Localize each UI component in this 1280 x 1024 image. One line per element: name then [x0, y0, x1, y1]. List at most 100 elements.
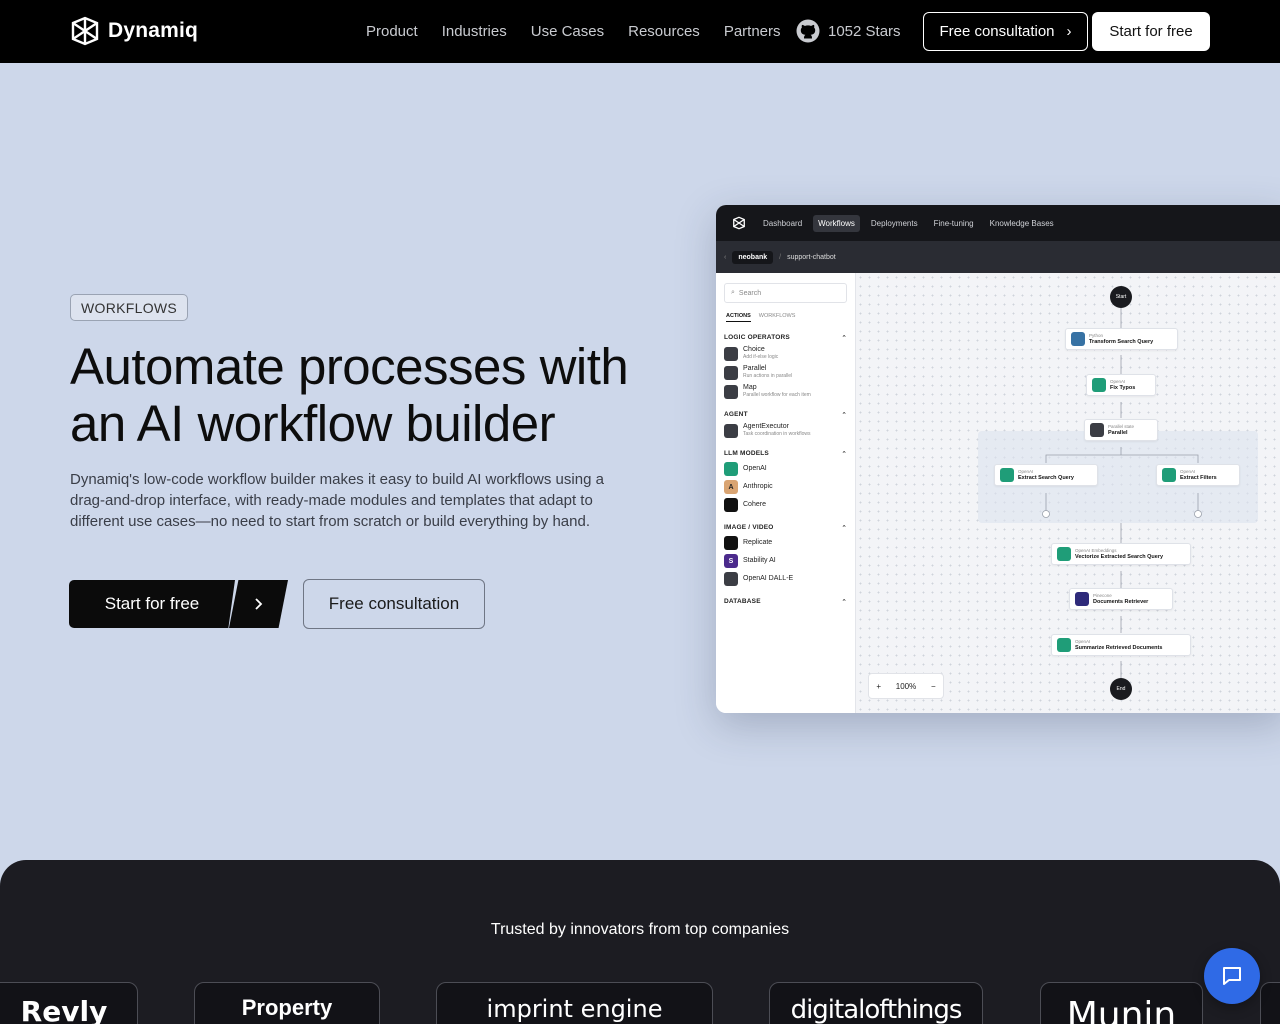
nav-link-partners[interactable]: Partners: [724, 23, 781, 40]
item-name: OpenAI: [743, 465, 767, 472]
node-name: Fix Typos: [1110, 384, 1136, 391]
section-logic-operators[interactable]: LOGIC OPERATORS ⌃: [716, 334, 855, 342]
company-logo-card: digitalofthings: [769, 982, 983, 1024]
side-tab-workflows[interactable]: WORKFLOWS: [759, 313, 796, 322]
item-name: Parallel: [743, 365, 767, 372]
list-item[interactable]: Cohere: [716, 494, 855, 512]
agent-icon: [724, 423, 738, 438]
nav-start-for-free-button[interactable]: Start for free: [1092, 12, 1210, 51]
app-tab-knowledge-bases[interactable]: Knowledge Bases: [985, 215, 1059, 232]
item-name: Replicate: [743, 539, 773, 546]
zoom-in-icon[interactable]: +: [876, 682, 881, 691]
company-logo-card: imprint engine: [436, 982, 713, 1024]
workflow-canvas[interactable]: Start Python Transform Search Query OpenA…: [856, 273, 1280, 713]
list-item[interactable]: Map Parallel workflow for each item: [716, 380, 855, 399]
workflow-node[interactable]: Python Transform Search Query: [1065, 328, 1178, 350]
section-llm-models[interactable]: LLM MODELS ⌃: [716, 450, 855, 458]
app-breadcrumb: ‹ neobank / support-chatbot: [716, 241, 1280, 273]
chat-widget-button[interactable]: [1204, 948, 1260, 1004]
openai-icon: [1092, 378, 1106, 392]
company-logo-munin: Munin: [1066, 995, 1177, 1024]
node-name: Transform Search Query: [1089, 338, 1154, 345]
trusted-title: Trusted by innovators from top companies: [490, 921, 790, 938]
list-item[interactable]: S Stability AI: [716, 550, 855, 568]
section-database[interactable]: DATABASE ⌃: [716, 598, 855, 606]
hero-free-consultation-button[interactable]: Free consultation: [303, 579, 485, 629]
item-desc: Task coordination in workflows: [743, 431, 811, 437]
openai-icon: [1057, 638, 1071, 652]
actions-sidebar: ⌕ Search ACTIONS WORKFLOWS LOGIC OPERATO…: [716, 273, 856, 713]
nav-link-use-cases[interactable]: Use Cases: [531, 23, 604, 40]
workflow-node[interactable]: Parallel state Parallel: [1084, 419, 1158, 441]
section-agent[interactable]: AGENT ⌃: [716, 411, 855, 419]
nav-free-consultation-button[interactable]: Free consultation ›: [923, 12, 1088, 51]
nav-consult-label: Free consultation: [939, 23, 1055, 40]
company-logo-digitalofthings: digitalofthings: [790, 995, 963, 1024]
company-logo-card: Property: [194, 982, 380, 1024]
sidebar-search-input[interactable]: ⌕ Search: [724, 283, 847, 303]
start-node[interactable]: Start: [1110, 286, 1132, 308]
app-tab-dashboard[interactable]: Dashboard: [758, 215, 807, 232]
chevron-right-icon: ›: [1066, 23, 1072, 40]
github-stars-link[interactable]: 1052 Stars: [796, 19, 901, 43]
breadcrumb-workflow[interactable]: support-chatbot: [787, 254, 836, 261]
zoom-level: 100%: [895, 681, 917, 691]
list-item[interactable]: Replicate: [716, 532, 855, 550]
node-name: Parallel: [1108, 429, 1128, 436]
item-name: Stability AI: [743, 557, 776, 564]
chevron-left-icon[interactable]: ‹: [724, 254, 726, 261]
chevron-up-icon: ⌃: [841, 335, 847, 342]
item-name: OpenAI DALL-E: [743, 575, 794, 582]
chevron-right-icon: [254, 598, 262, 610]
list-item[interactable]: Parallel Run actions in parallel: [716, 361, 855, 380]
openai-icon: [724, 462, 738, 476]
app-tab-deployments[interactable]: Deployments: [866, 215, 923, 232]
chevron-up-icon: ⌃: [841, 599, 847, 606]
stability-ai-icon: S: [724, 554, 738, 568]
app-tab-fine-tuning[interactable]: Fine-tuning: [929, 215, 979, 232]
end-node[interactable]: End: [1110, 678, 1132, 700]
workflow-node[interactable]: OpenAI Embeddings Vectorize Extracted Sea…: [1051, 543, 1191, 565]
list-item[interactable]: A Anthropic: [716, 476, 855, 494]
workflow-node[interactable]: OpenAI Extract Filters: [1156, 464, 1240, 486]
search-placeholder: Search: [738, 289, 762, 297]
parallel-icon: [724, 365, 738, 380]
cohere-icon: [724, 498, 738, 512]
section-image-video[interactable]: IMAGE / VIDEO ⌃: [716, 524, 855, 532]
workflow-node[interactable]: Pinecone Documents Retriever: [1069, 588, 1173, 610]
map-icon: [724, 384, 738, 399]
node-name: Extract Filters: [1180, 474, 1217, 481]
item-name: Anthropic: [743, 483, 773, 490]
list-item[interactable]: OpenAI: [716, 458, 855, 476]
replicate-icon: [724, 536, 738, 550]
nav-link-product[interactable]: Product: [366, 23, 418, 40]
workflow-node[interactable]: OpenAI Summarize Retrieved Documents: [1051, 634, 1191, 656]
side-tab-actions[interactable]: ACTIONS: [726, 313, 751, 322]
company-logo-revly: Revly: [20, 995, 108, 1024]
item-desc: Parallel workflow for each item: [743, 392, 811, 398]
nav-link-industries[interactable]: Industries: [442, 23, 507, 40]
item-name: AgentExecutor: [743, 423, 789, 430]
item-name: Choice: [743, 346, 765, 353]
zoom-out-icon[interactable]: −: [931, 682, 936, 691]
workflow-node[interactable]: OpenAI Extract Search Query: [994, 464, 1098, 486]
item-name: Map: [743, 384, 757, 391]
breadcrumb-project[interactable]: neobank: [732, 250, 774, 264]
app-topbar: Dashboard Workflows Deployments Fine-tun…: [716, 205, 1280, 241]
list-item[interactable]: AgentExecutor Task coordination in workfl…: [716, 419, 855, 438]
hero-start-for-free-button[interactable]: Start for free: [69, 580, 235, 628]
node-name: Documents Retriever: [1093, 598, 1149, 605]
app-tab-workflows[interactable]: Workflows: [813, 214, 860, 232]
item-desc: Run actions in parallel: [743, 373, 793, 379]
workflow-node[interactable]: OpenAI Fix Typos: [1086, 374, 1156, 396]
pinecone-icon: [1075, 592, 1089, 606]
section-label: IMAGE / VIDEO: [724, 524, 774, 531]
node-name: Extract Search Query: [1018, 474, 1074, 481]
brand-logo[interactable]: Dynamiq: [70, 15, 198, 47]
nav-link-resources[interactable]: Resources: [628, 23, 700, 40]
hero-start-arrow-button[interactable]: [229, 580, 288, 628]
chat-icon: [1223, 967, 1241, 985]
top-navbar: Dynamiq Product Industries Use Cases Res…: [0, 0, 1280, 63]
list-item[interactable]: OpenAI DALL-E: [716, 568, 855, 586]
list-item[interactable]: Choice Add if-else logic: [716, 342, 855, 361]
